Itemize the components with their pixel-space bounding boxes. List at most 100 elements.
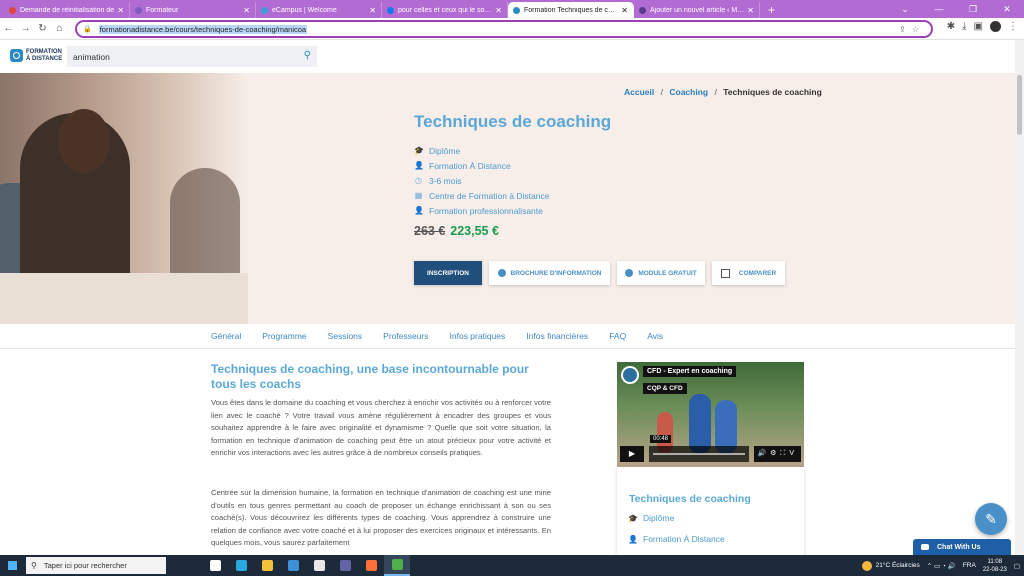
tab-close-icon[interactable]: ✕ [117, 6, 124, 15]
video-control-icons[interactable]: 🔊⚙⛶V [754, 446, 801, 462]
logo-line2: À DISTANCE [26, 55, 63, 62]
course-meta-item: 🎓 Diplôme [414, 143, 549, 158]
article-paragraph-2: Centrée sur la dimension humaine, la for… [211, 488, 551, 548]
clock[interactable]: 11:08 22-08-23 [983, 558, 1007, 574]
tray-icons[interactable]: ⌃ ▭ ◔ 🔊 [927, 562, 956, 570]
notifications-icon[interactable]: ▢ [1014, 562, 1020, 570]
free-module-button[interactable]: MODULE GRATUIT [617, 261, 705, 285]
avatar[interactable] [990, 21, 1001, 32]
new-tab-button[interactable]: + [760, 2, 783, 18]
page-scrollbar[interactable] [1015, 40, 1024, 555]
subnav-item[interactable]: Infos pratiques [450, 331, 506, 341]
subnav-item[interactable]: Infos financières [526, 331, 588, 341]
logo-mark-icon [10, 49, 23, 62]
sidepanel-icon[interactable]: ▣ [974, 21, 983, 32]
course-meta-item: ▦ Centre de Formation à Distance [414, 188, 550, 203]
chevron-down-icon[interactable]: ⌄ [888, 0, 922, 18]
subnav-item[interactable]: Général [211, 331, 241, 341]
teams-icon[interactable] [332, 555, 358, 576]
course-meta-item: 👤 Formation À Distance [414, 158, 549, 173]
browser-tab[interactable]: Formateur ✕ [130, 2, 256, 18]
tab-close-icon[interactable]: ✕ [747, 6, 754, 15]
tab-close-icon[interactable]: ✕ [369, 6, 376, 15]
play-icon[interactable]: ▶ [620, 446, 644, 462]
browser-tab[interactable]: Ajouter un nouvel article ‹ Melle ✕ [634, 2, 760, 18]
file-explorer-icon[interactable] [254, 555, 280, 576]
address-bar[interactable]: 🔒 formationadistance.be/cours/techniques… [75, 20, 933, 38]
browser-tab-strip: Demande de réinitialisation de ✕ Formateur… [0, 0, 1024, 18]
compare-button[interactable]: COMPARER [712, 261, 785, 285]
toolbar-actions: ✱ ⤓ ▣ ⋮ [947, 21, 1018, 32]
url-text[interactable]: formationadistance.be/cours/techniques-d… [98, 24, 308, 34]
home-icon[interactable]: ⌂ [51, 23, 68, 34]
language-indicator[interactable]: FRA [963, 562, 976, 569]
tab-favicon-icon [135, 6, 142, 14]
reload-icon[interactable]: ↻ [34, 23, 51, 34]
browser-tab[interactable]: pour celles et ceux qui le souhait ✕ [382, 2, 508, 18]
search-value[interactable]: animation [73, 52, 110, 62]
minimize-icon[interactable]: — [922, 0, 956, 18]
site-search-input[interactable]: animation ⚲ [67, 46, 317, 67]
subnav-item[interactable]: Sessions [328, 331, 363, 341]
download-icon[interactable]: ⤓ [962, 21, 966, 32]
search-icon: ⚲ [31, 561, 37, 570]
mail-icon[interactable] [280, 555, 306, 576]
menu-icon[interactable]: ⋮ [1008, 21, 1018, 32]
price-block: 263 € 223,55 € [414, 224, 499, 238]
subnav-item[interactable]: Avis [647, 331, 663, 341]
chat-widget-button[interactable]: Chat With Us [913, 539, 1011, 555]
tab-close-icon[interactable]: ✕ [495, 6, 502, 15]
browser-tab[interactable]: Formation Techniques de coach ✕ [508, 2, 634, 18]
breadcrumb-category[interactable]: Coaching [669, 87, 708, 97]
brochure-button[interactable]: BROCHURE D'INFORMATION [489, 261, 610, 285]
back-icon[interactable]: ← [0, 23, 17, 34]
tab-close-icon[interactable]: ✕ [243, 6, 250, 15]
chrome-icon[interactable] [384, 555, 410, 576]
user-icon: 👤 [414, 161, 424, 170]
edit-fab-button[interactable]: ✎ [975, 503, 1007, 535]
browser-tab[interactable]: Demande de réinitialisation de ✕ [4, 2, 130, 18]
firefox-icon[interactable] [358, 555, 384, 576]
channel-logo-icon[interactable] [621, 366, 639, 384]
course-hero: Accueil / Coaching / Techniques de coach… [0, 73, 1015, 324]
close-icon[interactable]: ✕ [990, 0, 1024, 18]
maximize-icon[interactable]: ❐ [956, 0, 990, 18]
weather-widget[interactable]: 21°C Éclaircies [861, 560, 920, 571]
subnav-list: Général Programme Sessions Professeurs Infos… [211, 331, 684, 341]
start-button[interactable] [0, 555, 24, 576]
subnav-item[interactable]: FAQ [609, 331, 626, 341]
extensions-icon[interactable]: ✱ [947, 21, 955, 32]
edge-icon[interactable] [228, 555, 254, 576]
share-bookmark-icons[interactable]: ⇪☆ [899, 25, 925, 34]
page-title: Techniques de coaching [414, 112, 612, 131]
video-title[interactable]: CFD - Expert en coaching [643, 366, 737, 377]
course-meta-text: 3-6 mois [429, 175, 462, 186]
course-meta-item: ◷ 3-6 mois [414, 173, 549, 188]
search-icon[interactable]: ⚲ [304, 50, 311, 61]
subnav-item[interactable]: Programme [262, 331, 306, 341]
course-meta-list: 🎓 Diplôme 👤 Formation À Distance ◷ 3-6 mois ▦ C… [414, 143, 549, 218]
video-progress[interactable] [649, 446, 750, 462]
compare-checkbox[interactable] [720, 268, 730, 278]
video-subtitle: CQP & CFD [643, 383, 687, 394]
scrollbar-thumb[interactable] [1017, 75, 1022, 135]
site-logo[interactable]: FORMATION À DISTANCE [10, 49, 62, 62]
lock-icon[interactable]: 🔒 [83, 25, 92, 33]
task-view-icon[interactable] [202, 555, 228, 576]
promo-video[interactable]: CFD - Expert en coaching CQP & CFD 00:48… [617, 362, 804, 467]
taskbar-apps [202, 555, 410, 576]
tab-title: Formateur [146, 6, 179, 14]
browser-tab[interactable]: eCampus | Welcome ✕ [256, 2, 382, 18]
play-icon [625, 269, 634, 277]
logo-line1: FORMATION [26, 49, 62, 55]
taskbar-search[interactable]: ⚲ Taper ici pour rechercher [26, 557, 166, 574]
tab-title: Formation Techniques de coach [524, 6, 619, 14]
course-meta-text: Formation professionnalisante [429, 205, 543, 216]
forward-icon[interactable]: → [17, 23, 34, 34]
breadcrumb-home[interactable]: Accueil [624, 87, 654, 97]
card-title: Techniques de coaching [629, 493, 751, 505]
tab-close-icon[interactable]: ✕ [621, 6, 628, 15]
store-icon[interactable] [306, 555, 332, 576]
inscription-button[interactable]: INSCRIPTION [414, 261, 482, 285]
subnav-item[interactable]: Professeurs [383, 331, 428, 341]
